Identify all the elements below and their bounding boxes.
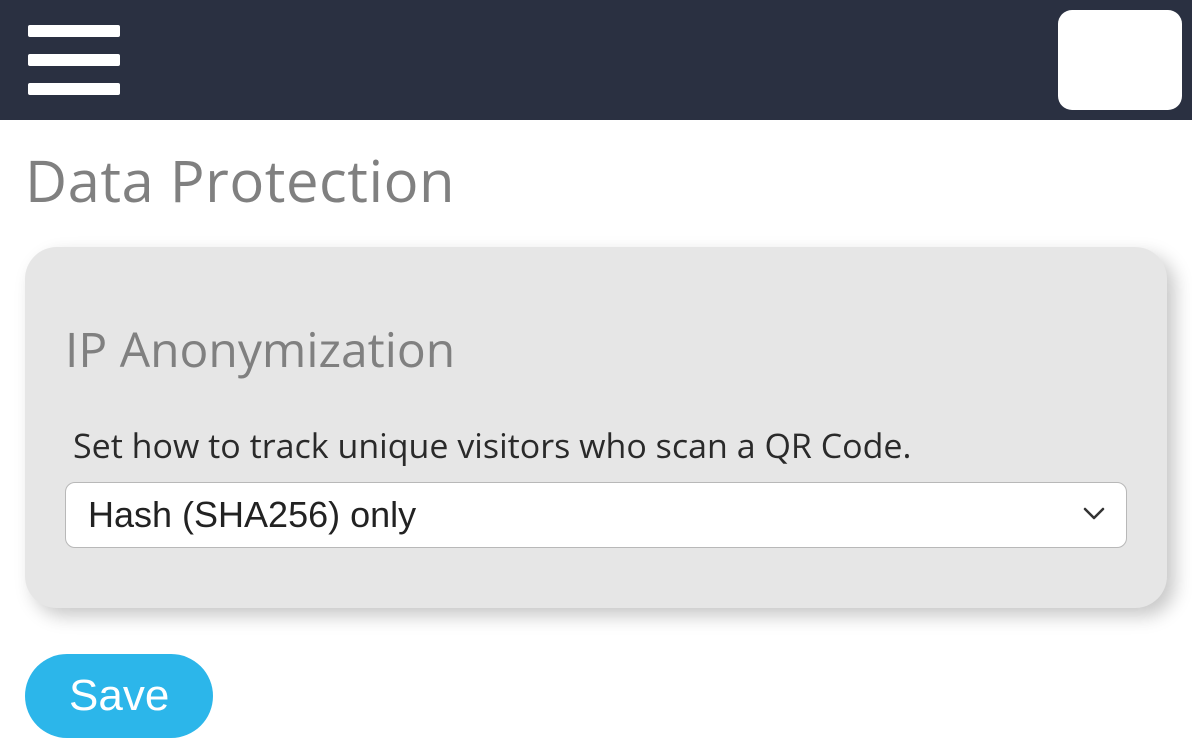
hamburger-bar [28, 54, 120, 66]
save-button[interactable]: Save [25, 654, 213, 738]
hamburger-bar [28, 83, 120, 95]
tracking-method-select-wrap: Hash (SHA256) only [65, 482, 1127, 548]
page-title: Data Protection [25, 140, 1167, 219]
content-area: Data Protection IP Anonymization Set how… [0, 120, 1192, 738]
tracking-method-label: Set how to track unique visitors who sca… [65, 422, 1127, 468]
card-title: IP Anonymization [65, 317, 1127, 382]
hamburger-bar [28, 25, 120, 37]
app-header [0, 0, 1192, 120]
ip-anonymization-card: IP Anonymization Set how to track unique… [25, 247, 1167, 608]
tracking-method-select[interactable]: Hash (SHA256) only [65, 482, 1127, 548]
hamburger-icon[interactable] [28, 25, 120, 95]
header-right-button[interactable] [1058, 10, 1182, 110]
